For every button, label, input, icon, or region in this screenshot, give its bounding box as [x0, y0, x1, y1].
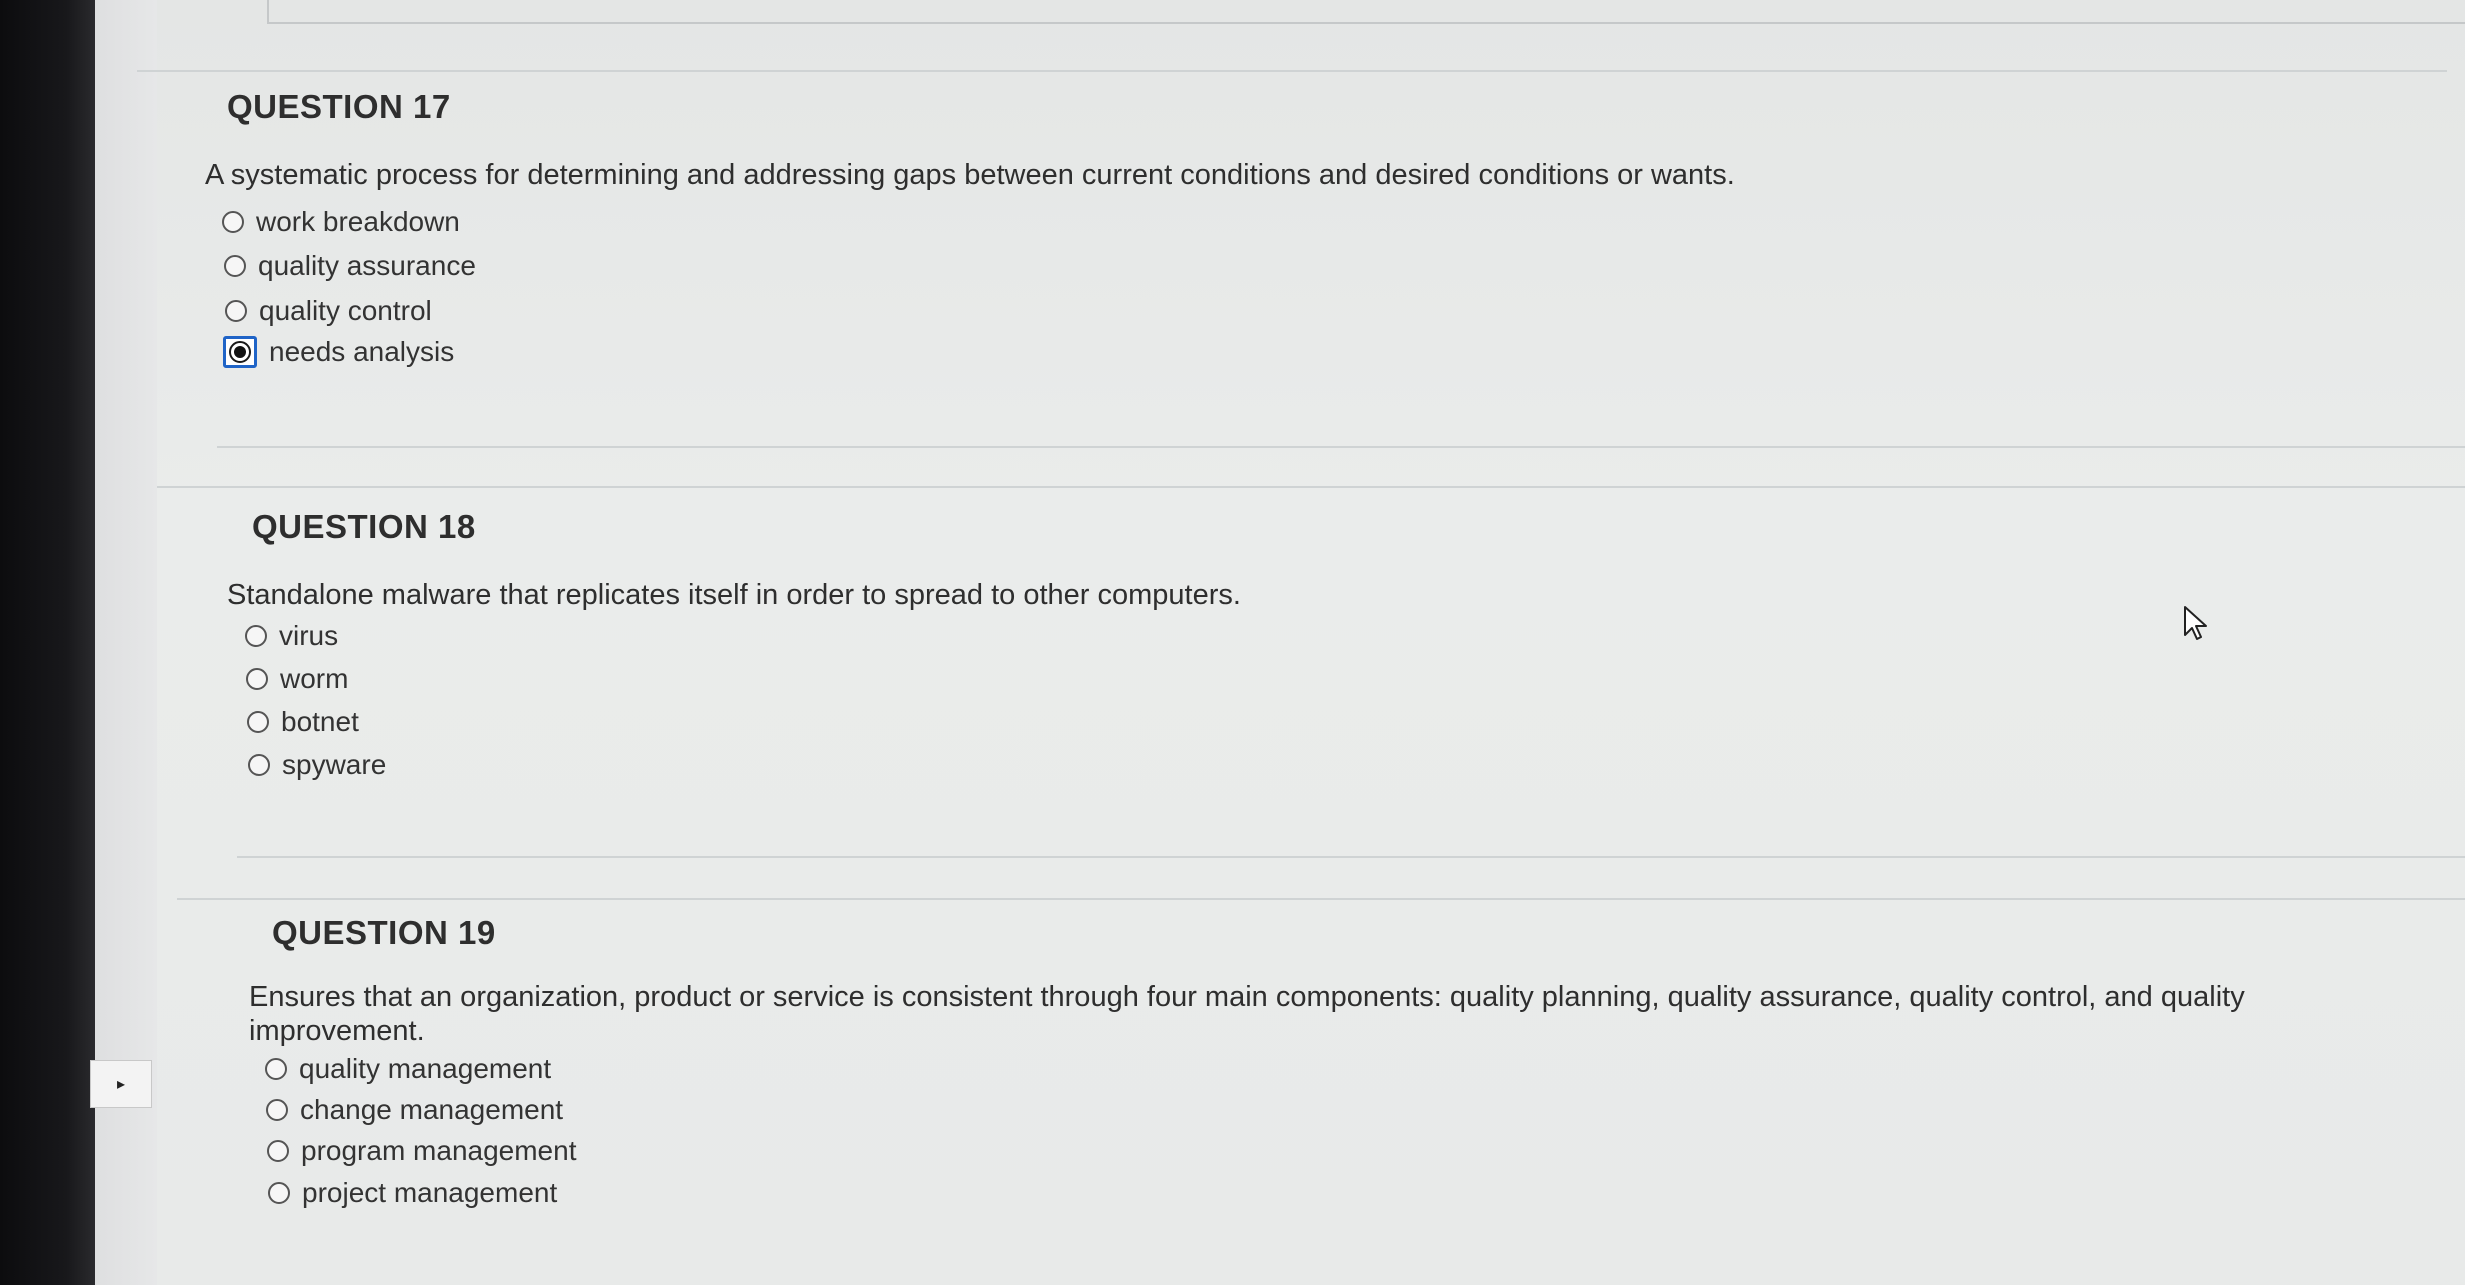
- answer-label: project management: [302, 1177, 558, 1208]
- answer-option[interactable]: quality management: [265, 1053, 551, 1085]
- divider: [217, 446, 2465, 448]
- radio-button[interactable]: [245, 625, 267, 647]
- radio-button[interactable]: [222, 211, 244, 233]
- question-text: Standalone malware that replicates itsel…: [227, 579, 1241, 611]
- assessment-content: QUESTION 17 A systematic process for det…: [137, 0, 2465, 1285]
- radio-button[interactable]: [265, 1058, 287, 1080]
- question-18-text-wrap: Standalone malware that replicates itsel…: [227, 578, 2427, 612]
- answer-label: virus: [279, 620, 339, 651]
- divider-top: [137, 70, 2447, 72]
- answer-option[interactable]: botnet: [247, 706, 359, 738]
- answer-label: change management: [300, 1094, 564, 1125]
- divider: [237, 856, 2465, 858]
- answer-option[interactable]: quality assurance: [224, 250, 476, 282]
- answer-option-selected[interactable]: needs analysis: [223, 336, 454, 368]
- answer-label: worm: [280, 663, 349, 694]
- answer-label: program management: [301, 1135, 577, 1166]
- mouse-pointer-icon: [2184, 606, 2207, 640]
- answer-option[interactable]: work breakdown: [222, 206, 460, 238]
- question-17-text-wrap: A systematic process for determining and…: [205, 158, 2405, 192]
- radio-button[interactable]: [248, 754, 270, 776]
- answer-option[interactable]: virus: [245, 620, 338, 652]
- answer-option[interactable]: spyware: [248, 749, 386, 781]
- question-19: QUESTION 19: [272, 914, 496, 952]
- divider: [157, 486, 2465, 488]
- radio-button[interactable]: [247, 711, 269, 733]
- divider: [177, 898, 2465, 900]
- radio-button[interactable]: [268, 1182, 290, 1204]
- triangle-right-icon: ▸: [116, 1076, 126, 1093]
- radio-button[interactable]: [225, 300, 247, 322]
- answer-label: quality management: [299, 1053, 552, 1084]
- answer-option[interactable]: change management: [266, 1094, 563, 1126]
- answer-label: quality control: [259, 295, 432, 326]
- answer-option[interactable]: program management: [267, 1135, 576, 1167]
- question-text: Ensures that an organization, product or…: [249, 981, 2245, 1047]
- answer-label: work breakdown: [256, 206, 460, 237]
- answer-option[interactable]: worm: [246, 663, 348, 695]
- answer-label: botnet: [281, 706, 359, 737]
- radio-button[interactable]: [246, 668, 268, 690]
- radio-button-selected[interactable]: [223, 336, 257, 368]
- question-19-text-wrap: Ensures that an organization, product or…: [249, 980, 2419, 1048]
- question-18: QUESTION 18: [252, 508, 476, 546]
- screen-bezel: [0, 0, 95, 1285]
- question-text: A systematic process for determining and…: [205, 159, 1735, 191]
- question-title: QUESTION 18: [252, 508, 476, 545]
- answer-option[interactable]: quality control: [225, 295, 432, 327]
- radio-button[interactable]: [266, 1099, 288, 1121]
- header-frame: [267, 0, 2465, 24]
- answer-label: needs analysis: [269, 336, 455, 367]
- answer-label: spyware: [282, 749, 387, 780]
- question-title: QUESTION 19: [272, 914, 496, 951]
- answer-label: quality assurance: [258, 250, 476, 281]
- answer-option[interactable]: project management: [268, 1177, 557, 1209]
- question-17: QUESTION 17: [227, 88, 451, 126]
- question-title: QUESTION 17: [227, 88, 451, 125]
- panel-toggle-button[interactable]: ▸: [90, 1060, 152, 1108]
- radio-button[interactable]: [267, 1140, 289, 1162]
- radio-button[interactable]: [224, 255, 246, 277]
